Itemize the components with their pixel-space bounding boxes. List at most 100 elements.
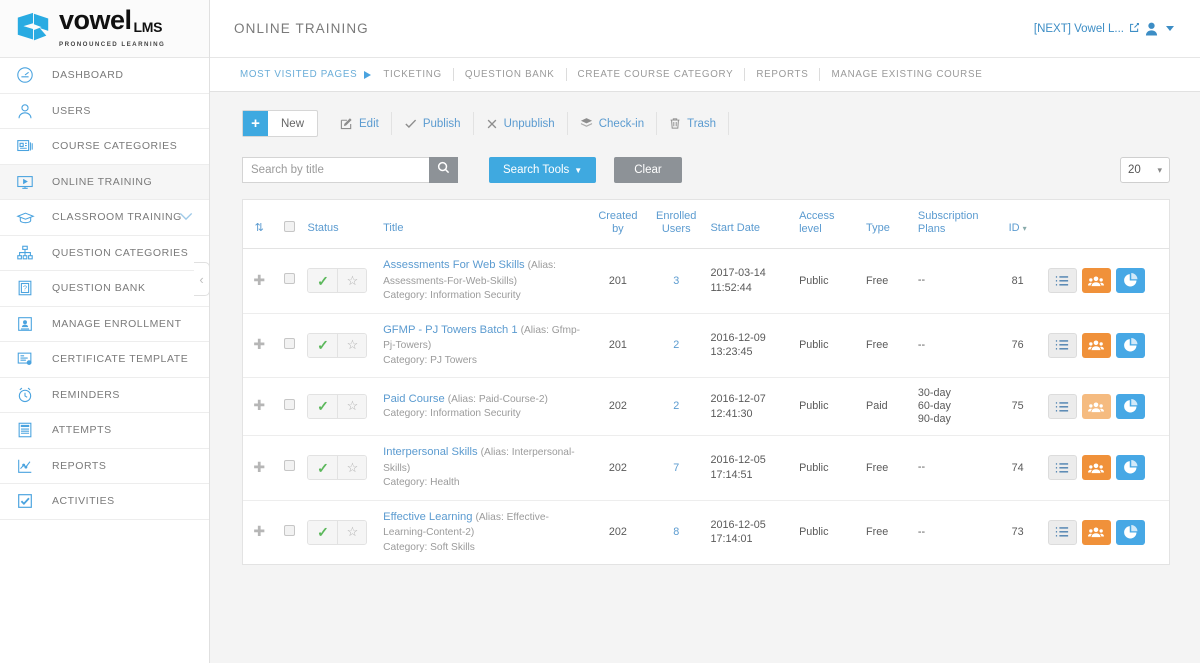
clear-button[interactable]: Clear bbox=[614, 157, 682, 183]
feature-toggle-button[interactable]: ☆ bbox=[337, 269, 367, 293]
publish-toggle-button[interactable]: ✓ bbox=[308, 269, 338, 293]
feature-toggle-button[interactable]: ☆ bbox=[337, 333, 367, 357]
sidebar-item-manage-enrollment[interactable]: MANAGE ENROLLMENT bbox=[0, 307, 209, 342]
header-sort-handle[interactable]: ⇅ bbox=[243, 200, 276, 249]
header-select-all[interactable] bbox=[275, 200, 304, 249]
manage-enrolled-users-button[interactable] bbox=[1081, 268, 1111, 294]
sidebar-item-classroom-training[interactable]: CLASSROOM TRAINING bbox=[0, 200, 209, 236]
enrolled-users-link[interactable]: 3 bbox=[673, 275, 679, 287]
row-drag-handle[interactable]: ✚ bbox=[243, 377, 276, 436]
publish-toggle-button[interactable]: ✓ bbox=[308, 456, 338, 480]
row-checkbox[interactable] bbox=[283, 524, 295, 536]
course-content-list-button[interactable] bbox=[1047, 519, 1077, 545]
manage-enrolled-users-button[interactable] bbox=[1081, 332, 1111, 358]
course-content-list-button[interactable] bbox=[1047, 455, 1077, 481]
course-title-link[interactable]: Interpersonal Skills bbox=[383, 446, 478, 458]
unpublish-button[interactable]: Unpublish bbox=[474, 110, 567, 137]
header-status[interactable]: Status bbox=[303, 200, 380, 249]
course-title-link[interactable]: GFMP - PJ Towers Batch 1 bbox=[383, 324, 518, 336]
header-created-by[interactable]: Created by bbox=[589, 200, 646, 249]
manage-enrolled-users-button[interactable] bbox=[1081, 455, 1111, 481]
header-title[interactable]: Title bbox=[379, 200, 590, 249]
course-report-button[interactable] bbox=[1115, 394, 1145, 419]
header-enrolled-users[interactable]: Enrolled Users bbox=[645, 200, 707, 249]
row-drag-handle[interactable]: ✚ bbox=[243, 248, 276, 314]
course-report-button[interactable] bbox=[1115, 268, 1145, 294]
enrolled-users-link[interactable]: 2 bbox=[673, 339, 679, 351]
row-select-cell[interactable] bbox=[275, 248, 304, 314]
search-submit-button[interactable] bbox=[429, 157, 458, 183]
trash-button[interactable]: Trash bbox=[657, 110, 728, 137]
checkbox-check-icon bbox=[14, 490, 36, 512]
course-title-link[interactable]: Effective Learning bbox=[383, 511, 472, 523]
row-select-cell[interactable] bbox=[275, 500, 303, 564]
feature-toggle-button[interactable]: ☆ bbox=[337, 456, 367, 480]
brand-logo[interactable]: vowel LMS PRONOUNCED LEARNING bbox=[0, 0, 209, 58]
quick-link-question-bank[interactable]: QUESTION BANK bbox=[452, 68, 566, 81]
select-all-checkbox[interactable] bbox=[283, 220, 295, 232]
publish-toggle-button[interactable]: ✓ bbox=[308, 520, 338, 544]
course-content-list-button[interactable] bbox=[1047, 268, 1077, 294]
quick-link-reports[interactable]: REPORTS bbox=[744, 68, 819, 81]
course-report-button[interactable] bbox=[1115, 332, 1145, 358]
row-drag-handle[interactable]: ✚ bbox=[243, 500, 275, 564]
feature-toggle-button[interactable]: ☆ bbox=[337, 395, 367, 418]
row-checkbox[interactable] bbox=[283, 398, 295, 410]
sidebar-item-online-training[interactable]: ONLINE TRAINING bbox=[0, 164, 209, 200]
enrolled-users-link[interactable]: 8 bbox=[673, 526, 679, 538]
sidebar-item-certificate-template[interactable]: CERTIFICATE TEMPLATE bbox=[0, 342, 209, 378]
edit-button[interactable]: Edit bbox=[328, 110, 391, 137]
row-checkbox[interactable] bbox=[283, 273, 295, 284]
publish-toggle-button[interactable]: ✓ bbox=[308, 395, 338, 418]
sidebar-collapse-chevron-left-icon[interactable]: ‹ bbox=[194, 262, 210, 296]
row-select-cell[interactable] bbox=[275, 435, 304, 501]
sidebar-item-reports[interactable]: REPORTS bbox=[0, 449, 209, 484]
drag-move-icon: ✚ bbox=[253, 458, 266, 475]
table-row: ✚ ✓ ☆ Assessments For Web Skills (Alias: As… bbox=[243, 248, 1169, 314]
header-access-level[interactable]: Access level bbox=[795, 200, 863, 249]
header-subscription-plans[interactable]: Subscription Plans bbox=[913, 200, 992, 249]
header-type[interactable]: Type bbox=[862, 200, 914, 249]
header-start-date[interactable]: Start Date bbox=[706, 200, 796, 249]
feature-toggle-button[interactable]: ☆ bbox=[337, 520, 367, 544]
sidebar-item-attempts[interactable]: ATTEMPTS bbox=[0, 413, 209, 449]
course-title-link[interactable]: Assessments For Web Skills bbox=[383, 259, 525, 271]
manage-enrolled-users-button[interactable] bbox=[1081, 519, 1111, 545]
sidebar-item-dashboard[interactable]: DASHBOARD bbox=[0, 58, 209, 94]
sidebar-item-users[interactable]: USERS bbox=[0, 94, 209, 129]
course-title-link[interactable]: Paid Course bbox=[383, 393, 445, 405]
enrolled-users-link[interactable]: 2 bbox=[673, 400, 679, 412]
checkin-button[interactable]: Check-in bbox=[568, 110, 656, 137]
manage-enrolled-users-button[interactable] bbox=[1081, 394, 1111, 419]
chevron-down-icon[interactable] bbox=[179, 208, 193, 226]
quick-link-ticketing[interactable]: TICKETING bbox=[371, 68, 453, 81]
sidebar-item-question-categories[interactable]: QUESTION CATEGORIES bbox=[0, 236, 209, 271]
publish-button[interactable]: Publish bbox=[392, 110, 473, 137]
new-button[interactable]: + New bbox=[242, 110, 319, 137]
page-size-select[interactable]: 20 ▾ bbox=[1120, 157, 1170, 183]
search-input[interactable] bbox=[242, 157, 429, 183]
course-report-button[interactable] bbox=[1115, 455, 1145, 481]
course-content-list-button[interactable] bbox=[1047, 394, 1077, 419]
header-id[interactable]: ID ▾ bbox=[991, 200, 1044, 249]
row-checkbox[interactable] bbox=[283, 337, 295, 349]
quick-link-create-course-category[interactable]: CREATE COURSE CATEGORY bbox=[565, 68, 745, 81]
enrolled-users-link[interactable]: 7 bbox=[673, 462, 679, 474]
sidebar-item-reminders[interactable]: REMINDERS bbox=[0, 378, 209, 413]
sidebar-item-course-categories[interactable]: COURSE CATEGORIES bbox=[0, 129, 209, 165]
row-checkbox[interactable] bbox=[283, 460, 295, 471]
sidebar-item-activities[interactable]: ACTIVITIES bbox=[0, 484, 209, 520]
quick-link-manage-existing-course[interactable]: MANAGE EXISTING COURSE bbox=[819, 68, 993, 81]
row-select-cell[interactable] bbox=[275, 377, 304, 436]
search-tools-button[interactable]: Search Tools ▼ bbox=[489, 157, 597, 183]
check-in-shield-icon bbox=[580, 117, 593, 130]
account-menu[interactable]: [NEXT] Vowel L... bbox=[1034, 22, 1174, 36]
row-drag-handle[interactable]: ✚ bbox=[243, 435, 276, 501]
course-report-button[interactable] bbox=[1115, 519, 1145, 545]
sidebar-item-question-bank[interactable]: ? QUESTION BANK bbox=[0, 271, 209, 307]
row-select-cell[interactable] bbox=[275, 313, 304, 378]
row-drag-handle[interactable]: ✚ bbox=[243, 313, 276, 378]
course-content-list-button[interactable] bbox=[1047, 332, 1077, 358]
most-visited-pages-toggle[interactable]: MOST VISITED PAGES bbox=[240, 69, 372, 80]
publish-toggle-button[interactable]: ✓ bbox=[308, 333, 338, 357]
